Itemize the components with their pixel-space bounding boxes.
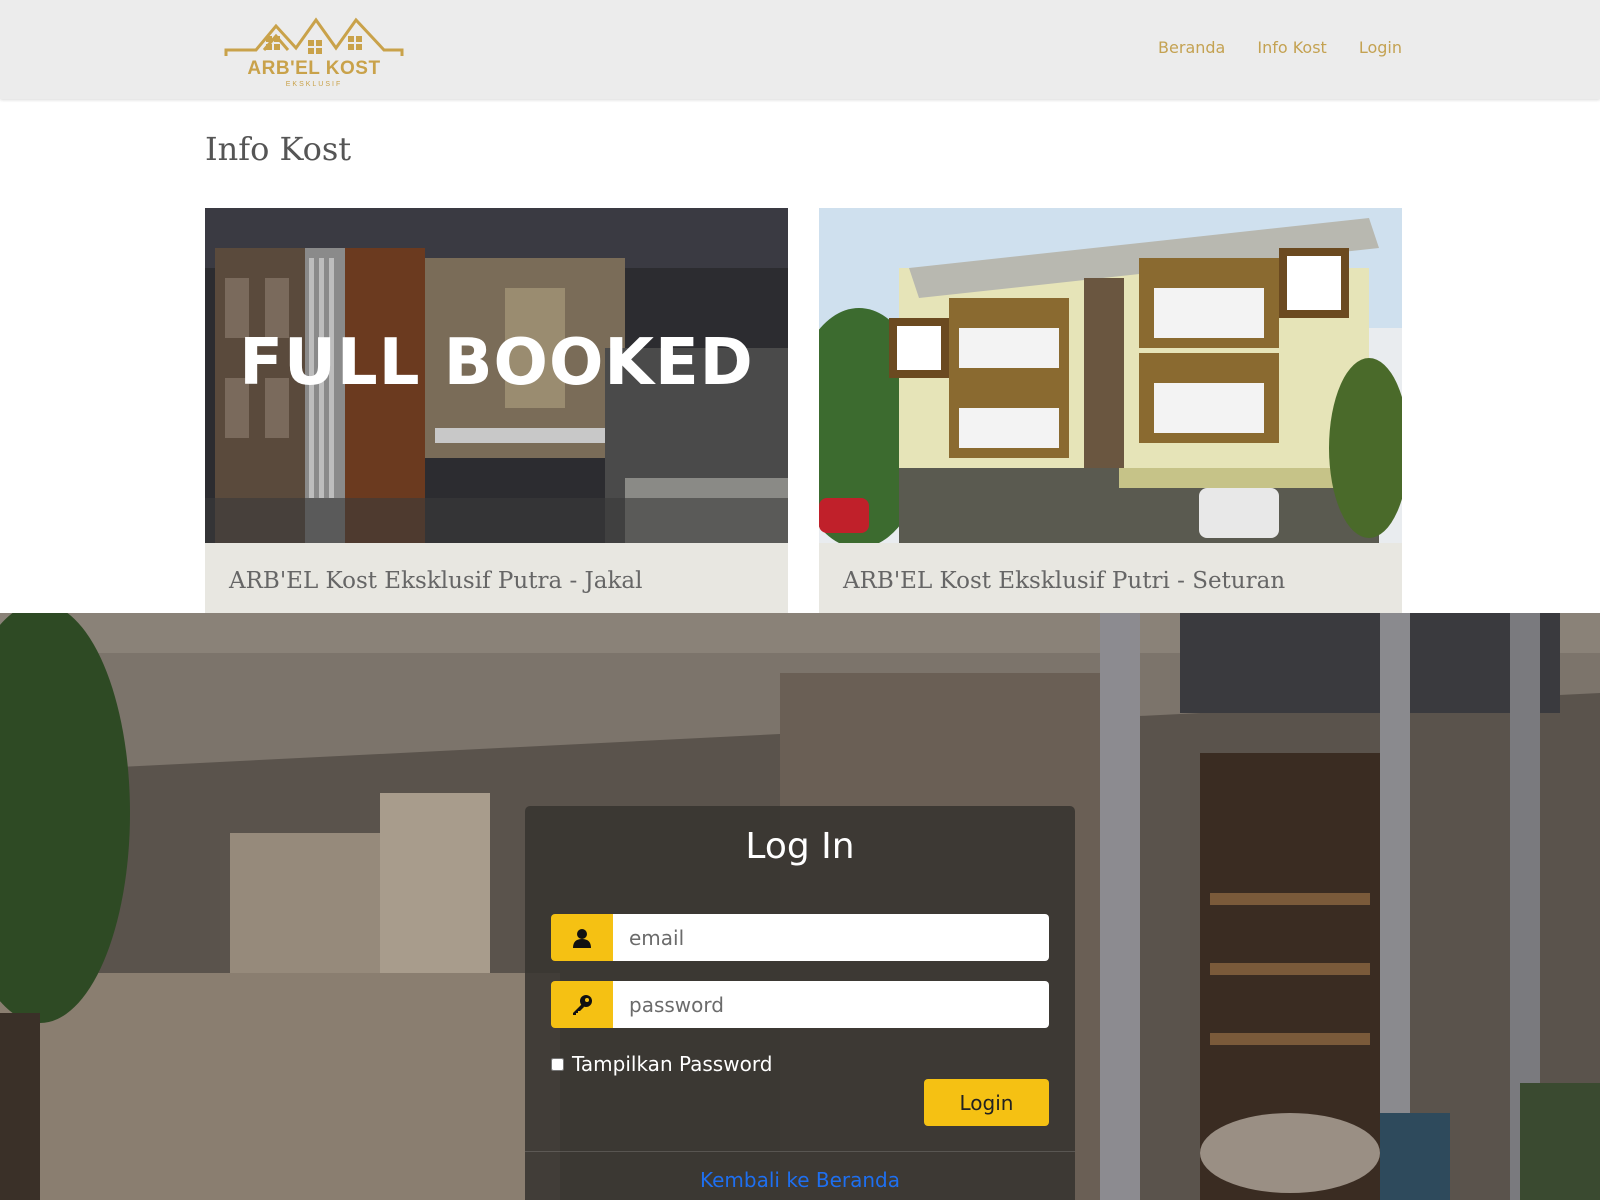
key-icon xyxy=(551,981,613,1028)
full-booked-label: FULL BOOKED xyxy=(239,326,754,400)
show-password-checkbox[interactable] xyxy=(551,1057,564,1071)
login-panel: Log In Tampilkan Password Login Kembali … xyxy=(525,806,1075,1200)
back-to-home-link[interactable]: Kembali ke Beranda xyxy=(525,1168,1075,1192)
kost-card-putri[interactable]: ARB'EL Kost Eksklusif Putri - Seturan xyxy=(819,208,1402,613)
kost-title-putra[interactable]: ARB'EL Kost Eksklusif Putra - Jakal xyxy=(229,568,642,594)
nav-info-kost[interactable]: Info Kost xyxy=(1257,38,1326,57)
login-submit-button[interactable]: Login xyxy=(924,1079,1049,1126)
logo-subtitle: EKSKLUSIF xyxy=(285,81,343,88)
main-nav: Beranda Info Kost Login xyxy=(1158,38,1402,57)
login-heading: Log In xyxy=(745,826,855,867)
kost-title-putri[interactable]: ARB'EL Kost Eksklusif Putri - Seturan xyxy=(843,568,1285,594)
show-password-label: Tampilkan Password xyxy=(572,1052,773,1076)
email-input[interactable] xyxy=(613,914,1049,961)
nav-login[interactable]: Login xyxy=(1359,38,1402,57)
navbar: ARB'EL KOST EKSKLUSIF Beranda Info Kost … xyxy=(0,0,1600,99)
section-title: Info Kost xyxy=(205,130,352,168)
site-logo[interactable]: ARB'EL KOST EKSKLUSIF xyxy=(224,14,404,94)
show-password-toggle[interactable]: Tampilkan Password xyxy=(551,1052,772,1076)
user-icon xyxy=(551,914,613,961)
nav-beranda[interactable]: Beranda xyxy=(1158,38,1225,57)
password-input-group xyxy=(551,981,1049,1028)
logo-text: ARB'EL KOST xyxy=(247,58,381,79)
email-input-group xyxy=(551,914,1049,961)
kost-image-putri xyxy=(819,208,1402,543)
kost-image-putra: FULL BOOKED xyxy=(205,208,788,543)
kost-card-putra[interactable]: FULL BOOKED ARB'EL Kost Eksklusif Putra … xyxy=(205,208,788,613)
password-input[interactable] xyxy=(613,981,1049,1028)
divider xyxy=(525,1151,1075,1152)
